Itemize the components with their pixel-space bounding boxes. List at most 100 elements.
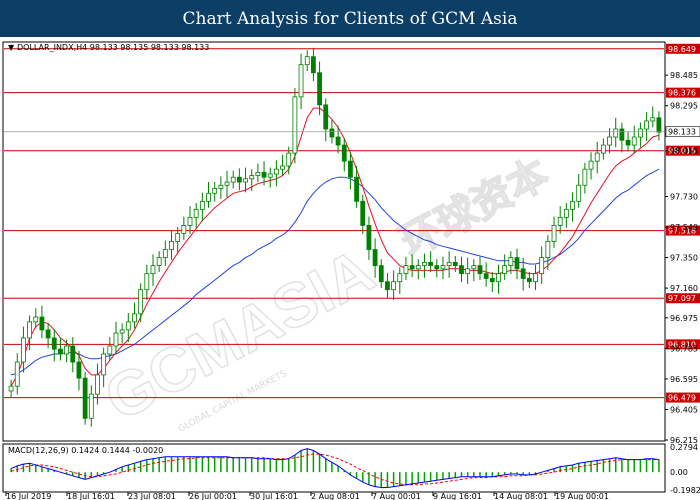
candle-body [638, 128, 643, 138]
candle-body [459, 265, 464, 275]
candle-body [70, 345, 76, 363]
candle-body [452, 261, 458, 267]
candle-body [533, 273, 538, 283]
candle-body [125, 321, 131, 331]
candle-body [101, 353, 107, 376]
candle-body [440, 265, 446, 270]
candle-body [169, 241, 174, 250]
candle-body [526, 278, 532, 283]
candle-body [329, 128, 335, 138]
time-tick-label: 9 Aug 16:01 [433, 492, 482, 500]
candle-body [132, 313, 137, 323]
time-tick-label: 23 Jul 08:01 [128, 492, 176, 500]
candle-body [230, 176, 236, 183]
level-tag: 96.479 [668, 394, 696, 403]
candle-body [267, 173, 273, 178]
price-chart: GCMASIA 环球资本 GLOBAL CAPITAL MARKETS 98.6… [2, 41, 700, 500]
time-tick-label: 16 Jul 2019 [6, 492, 51, 500]
time-tick-label: 19 Aug 00:01 [555, 492, 609, 500]
macd-info: MACD(12,26,9) 0.1424 0.1444 -0.0020 [8, 446, 163, 455]
candle-body [255, 171, 261, 177]
candle-body [403, 265, 409, 275]
candle-body [354, 176, 359, 202]
symbol-info: DOLLAR_INDX,H4 98.133 98.135 98.133 98.1… [17, 43, 209, 52]
candle-body [644, 120, 649, 130]
price-tick-label: 98.295 [670, 102, 698, 111]
last-price-tag: 98.133 [668, 128, 696, 137]
price-tick-label: 97.540 [670, 223, 698, 232]
candle-body [150, 265, 156, 275]
candle-body [138, 289, 144, 315]
price-tick-label: 96.405 [670, 405, 698, 414]
price-tick-label: 98.015 [670, 147, 698, 156]
candle-body [514, 257, 520, 270]
candle-body [496, 273, 501, 283]
candle-body [631, 136, 637, 146]
candle-body [212, 188, 218, 194]
level-tag: 97.097 [668, 294, 696, 303]
candle-body [656, 117, 662, 133]
candle-body [600, 144, 606, 154]
level-tag: 98.649 [668, 45, 696, 54]
candle-body [471, 265, 477, 270]
candle-body [21, 337, 26, 363]
candle-body [144, 273, 150, 291]
price-tick-label: 98.485 [670, 71, 698, 80]
candle-body [434, 265, 440, 270]
candle-body [273, 168, 279, 175]
candle-body [489, 278, 495, 283]
candle-body [249, 175, 255, 180]
candle-body [33, 316, 39, 323]
candle-body [613, 128, 619, 138]
candle-body [187, 216, 193, 226]
candle-body [243, 178, 248, 183]
candle-body [236, 176, 242, 183]
candle-body [45, 329, 51, 339]
candle-body [366, 225, 372, 250]
candle-body [348, 160, 353, 178]
candle-body [378, 265, 384, 283]
candle-body [181, 225, 187, 234]
symbol-triangle: ▼ [8, 43, 15, 52]
candle-body [317, 72, 322, 106]
banner: Chart Analysis for Clients of GCM Asia [0, 0, 700, 37]
macd-tick-label: 0.00 [670, 468, 688, 477]
candle-body [335, 136, 341, 146]
candle-body [88, 393, 94, 419]
candle-body [465, 268, 471, 275]
candle-body [311, 56, 316, 74]
candle-body [341, 144, 347, 162]
candle-body [323, 104, 329, 130]
candle-body [650, 117, 656, 122]
candle-body [14, 361, 20, 387]
time-axis: 16 Jul 2019 18 Jul 16:01 23 Jul 08:01 26 Ju… [5, 492, 609, 500]
candle-body [563, 208, 569, 218]
candle-body [261, 171, 267, 178]
candle-body [557, 216, 563, 226]
candle-body [206, 192, 211, 202]
candle-body [199, 200, 205, 210]
price-tick-label: 96.595 [670, 375, 698, 384]
time-tick-label: 2 Aug 08:01 [311, 492, 360, 500]
candle-body [193, 208, 199, 218]
candle-body [280, 165, 285, 170]
candle-body [502, 265, 508, 275]
candle-body [107, 345, 113, 355]
banner-title: Chart Analysis for Clients of GCM Asia [182, 8, 518, 29]
candle-body [594, 152, 600, 162]
candle-body [545, 241, 551, 258]
candle-body [619, 128, 625, 141]
candle-body [428, 261, 434, 267]
macd-tick-label: 0.2794 [670, 443, 698, 452]
candle-body [372, 249, 378, 267]
candle-body [95, 374, 100, 395]
price-tick-label: 97.730 [670, 192, 698, 201]
candle-body [286, 152, 292, 167]
candle-body [76, 361, 82, 379]
candle-body [520, 268, 526, 279]
candle-body [175, 233, 181, 242]
candle-body [582, 168, 588, 186]
candle-body [156, 257, 162, 267]
candle-body [477, 265, 483, 275]
candle-body [298, 64, 304, 98]
